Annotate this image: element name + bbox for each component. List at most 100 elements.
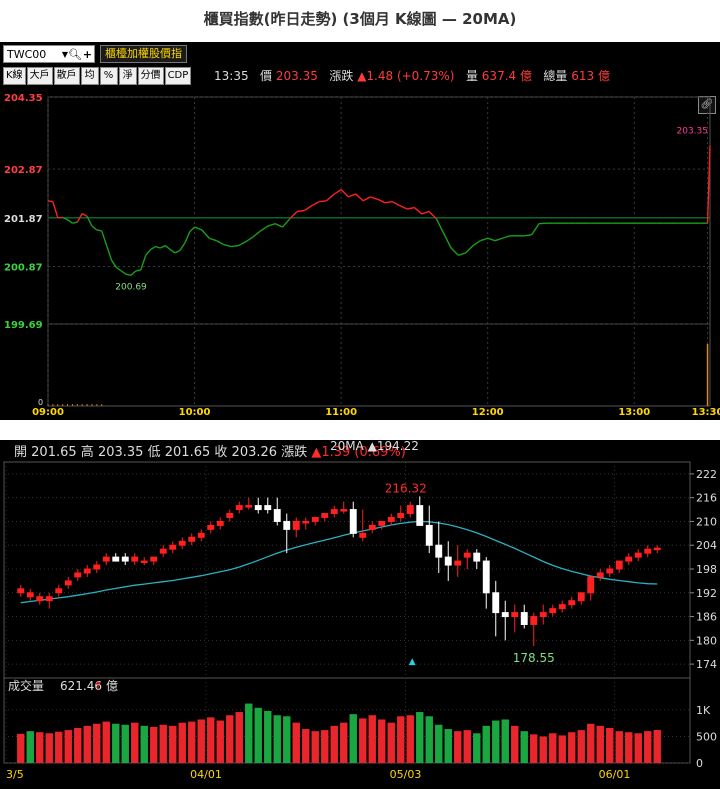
candle-body <box>368 524 376 530</box>
y-tick-label: 210 <box>696 515 717 528</box>
candle-body <box>159 548 167 554</box>
candle-body <box>245 505 253 508</box>
price-line-segment <box>472 240 481 247</box>
volume-bar <box>169 725 177 763</box>
candle-body <box>482 560 490 594</box>
y-tick-label: 199.69 <box>4 320 43 331</box>
volume-y-tick-label: 1K <box>696 704 711 717</box>
price-line-segment <box>392 201 401 207</box>
volume-bar <box>45 733 53 763</box>
candle-body <box>606 568 614 574</box>
volume-bar <box>131 722 139 763</box>
volume-bar <box>340 722 348 763</box>
volume-bar <box>216 720 224 763</box>
candle-body <box>283 520 291 530</box>
high-annotation: 216.32 <box>385 481 427 495</box>
price-line-segment <box>231 244 239 248</box>
y-tick-label: 198 <box>696 563 717 576</box>
candle-body <box>121 556 129 562</box>
candle-body <box>93 564 101 570</box>
volume-bar <box>444 729 452 763</box>
y-tick-label: 204 <box>696 539 717 552</box>
volume-bar <box>83 725 91 763</box>
candle-body <box>292 520 300 530</box>
price-line-segment <box>435 218 445 234</box>
price-line-segment <box>524 234 532 237</box>
volume-bar <box>26 731 34 763</box>
candle-body <box>36 596 44 602</box>
up-arrow-icon: ↑ <box>93 679 103 693</box>
x-tick-label: 06/01 <box>599 768 631 781</box>
volume-bar <box>188 721 196 763</box>
candle-body <box>45 596 53 602</box>
volume-bar <box>530 734 538 763</box>
high-annotation: 203.35 <box>677 127 709 137</box>
price-line-segment <box>260 225 269 232</box>
price-line-segment <box>245 236 254 243</box>
volume-bar <box>549 733 557 763</box>
x-tick-label: 05/03 <box>390 768 422 781</box>
volume-bar <box>112 723 120 763</box>
low-annotation: 178.55 <box>513 651 555 665</box>
candle-body <box>634 552 642 558</box>
volume-unit: 億 <box>106 679 118 693</box>
x-tick-label: 09:00 <box>32 407 64 418</box>
candle-body <box>321 513 329 518</box>
price-line-segment <box>377 198 386 204</box>
candle-body <box>340 509 348 512</box>
plot-frame <box>47 96 711 407</box>
price-line-segment <box>209 237 217 242</box>
candle-body <box>264 505 272 511</box>
price-line-segment <box>238 241 247 247</box>
price-line-segment <box>297 209 305 213</box>
intraday-chart: 204.35 202.87 201.87 200.87 199.69 09:00 10:00… <box>4 93 720 418</box>
volume-bar <box>150 726 158 763</box>
candle-body <box>178 540 186 546</box>
candle-body <box>492 592 500 614</box>
candle-body <box>625 556 633 562</box>
volume-bar <box>615 731 623 763</box>
volume-bar <box>387 722 395 763</box>
ma-marker-icon: ▲ <box>409 657 416 667</box>
candle-body <box>577 592 585 602</box>
price-line-segment <box>413 207 423 215</box>
candle-body <box>501 612 509 618</box>
price-line-segment <box>72 221 78 224</box>
candle-body <box>435 544 443 558</box>
volume-bar <box>292 722 300 763</box>
price-line-segment <box>340 189 349 198</box>
volume-bar <box>235 712 243 763</box>
candle-body <box>216 520 224 526</box>
volume-bar <box>416 712 424 763</box>
volume-bar <box>311 731 319 763</box>
price-line-segment <box>267 222 276 227</box>
price-line-segment <box>385 201 393 204</box>
volume-bar <box>397 716 405 763</box>
candle-body <box>558 604 566 610</box>
y-tick-label: 222 <box>696 468 717 481</box>
volume-bar <box>178 722 186 763</box>
y-tick-label: 202.87 <box>4 165 43 176</box>
candle-body <box>587 576 595 594</box>
volume-bar <box>226 715 234 763</box>
volume-bar <box>283 716 291 763</box>
volume-bar <box>520 731 528 763</box>
candle-body <box>83 568 91 574</box>
price-line-segment <box>494 237 503 242</box>
volume-bar <box>596 725 604 763</box>
candle-body <box>444 556 452 566</box>
candle-body <box>454 560 462 566</box>
price-line-segment <box>216 240 225 246</box>
candle-body <box>520 612 528 625</box>
price-line-segment <box>443 233 452 249</box>
ma20-line <box>20 520 658 604</box>
y-tick-label: 174 <box>696 658 717 671</box>
kline-panel: 開 201.65 高 203.35 低 201.65 收 203.26 漲跌 ▲… <box>0 439 720 789</box>
volume-bar <box>264 710 272 763</box>
price-line-segment <box>126 273 132 276</box>
price-line-segment <box>281 218 291 228</box>
volume-y-tick-label: 500 <box>696 730 717 743</box>
price-line-segment <box>67 219 73 224</box>
candle-body <box>150 556 158 562</box>
volume-bar <box>93 723 101 763</box>
